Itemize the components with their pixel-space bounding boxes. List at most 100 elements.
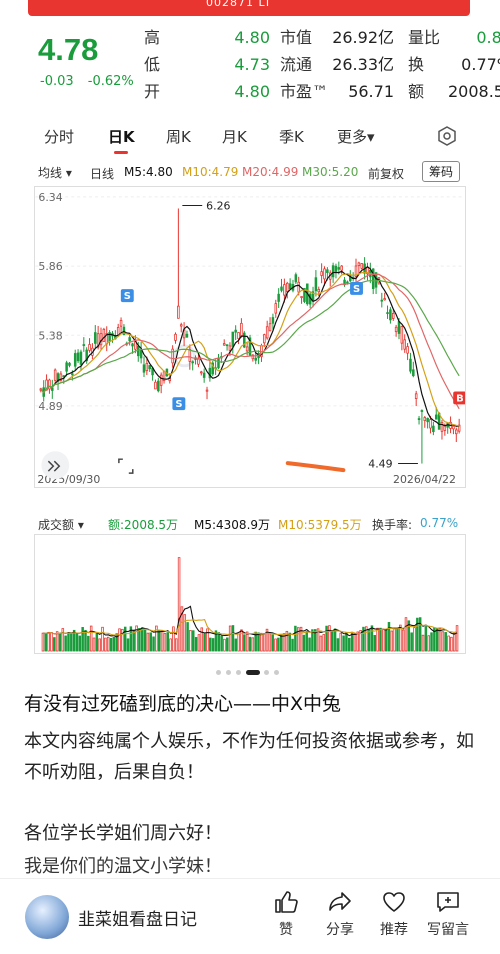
quote-value: 4.80 <box>234 82 270 101</box>
tab-monthly-k[interactable]: 月K <box>222 126 247 147</box>
volume-bar <box>248 636 252 652</box>
carousel-dot <box>216 670 221 675</box>
tab-more[interactable]: 更多▾ <box>337 126 375 147</box>
volume-bar <box>169 638 172 652</box>
volume-bar <box>237 633 240 652</box>
carousel-dots <box>216 668 286 676</box>
volume-bar <box>47 631 50 652</box>
candle-body <box>200 371 203 374</box>
volume-select-dropdown[interactable]: 成交额 ▾ <box>38 516 84 533</box>
candle-body <box>145 362 149 372</box>
candle-body <box>392 312 395 319</box>
ma20-value: M20:4.99 <box>242 165 299 179</box>
candle-body <box>380 299 384 302</box>
candle-body <box>179 324 183 327</box>
quote-label: 市值 <box>280 28 313 47</box>
volume-bar <box>152 636 155 652</box>
volume-bar <box>189 629 192 652</box>
volume-bar <box>126 638 130 652</box>
candle-body <box>116 327 120 336</box>
expand-toggle-button[interactable] <box>41 451 70 480</box>
fullscreen-button[interactable] <box>112 451 139 478</box>
volume-bar <box>138 628 141 652</box>
quote-value: 4.73 <box>234 55 270 74</box>
volume-bar <box>447 635 450 652</box>
candle-body <box>188 349 192 362</box>
volume-bar <box>140 627 144 652</box>
candle-body <box>271 317 275 324</box>
quote-value: 2008.5万 <box>448 82 500 101</box>
ma5-value: M5:4.80 <box>124 165 173 179</box>
change-amount: -0.03 <box>40 74 74 89</box>
low-price-label: 4.49 <box>368 458 392 471</box>
stock-code: 002871 LT <box>206 0 272 9</box>
hexagon-settings-icon[interactable] <box>436 125 458 147</box>
volume-bar <box>75 632 79 652</box>
quote-grid: 高 4.80 市值 26.92亿量比 0.82 低 4.73 流通 26.33亿换 0.77% 开 4… <box>144 24 500 105</box>
candle-body <box>274 303 278 314</box>
quote-label: 量比 <box>408 28 441 47</box>
author-avatar[interactable] <box>25 895 69 939</box>
volume-bar <box>291 638 294 652</box>
volume-bar <box>390 630 394 652</box>
volume-bar <box>430 632 433 652</box>
candle-body <box>225 344 229 347</box>
quote-label: 换 <box>408 55 425 74</box>
author-name[interactable]: 韭菜姐看盘日记 <box>78 905 197 930</box>
ma30-value: M30:5.20 <box>302 165 359 179</box>
share-button[interactable]: 分享 <box>318 889 362 939</box>
volume-bar <box>348 637 351 652</box>
candle-body <box>288 283 292 290</box>
candle-body <box>334 265 338 272</box>
volume-bar <box>328 625 331 652</box>
volume-bar <box>194 637 198 652</box>
y-tick-label: 6.34 <box>38 191 62 204</box>
volume-bar <box>319 635 323 652</box>
volume-bar <box>70 632 73 652</box>
volume-bar <box>106 636 110 652</box>
candle-body <box>323 268 326 280</box>
orange-annotation-stroke <box>285 461 346 473</box>
volume-bar <box>98 638 101 652</box>
volume-bar <box>109 637 113 652</box>
candle-body <box>420 410 424 412</box>
ma-select-dropdown[interactable]: 均线 ▾ <box>38 164 72 181</box>
volume-bar <box>92 637 96 652</box>
candle-body <box>280 286 283 291</box>
candle-body <box>157 380 160 392</box>
candle-body <box>455 429 458 435</box>
candlestick-plot[interactable]: 6.345.865.384.896.264.492025/09/30 2026/0… <box>34 186 466 488</box>
candle-body <box>277 293 280 302</box>
volume-bar <box>95 632 99 652</box>
quote-row: 低 4.73 流通 26.33亿换 0.77% <box>144 51 500 78</box>
volume-bar <box>104 637 107 652</box>
candle-body <box>48 379 51 390</box>
volume-bar <box>450 636 453 652</box>
comment-button[interactable]: 写留言 <box>426 889 470 939</box>
volume-bar <box>302 634 306 652</box>
quote-value: 26.92亿 <box>332 28 394 47</box>
tab-intraday[interactable]: 分时 <box>44 126 74 147</box>
adjust-restore-label[interactable]: 前复权 <box>368 165 404 182</box>
carousel-dot-active <box>246 670 260 675</box>
active-tab-indicator <box>114 151 128 154</box>
candle-body <box>412 369 415 377</box>
tab-daily-k[interactable]: 日K <box>108 126 135 147</box>
like-button[interactable]: 赞 <box>264 889 308 939</box>
volume-indicator-bar: 成交额 ▾ 额:2008.5万 M5:4308.9万 M10:5379.5万 换… <box>34 512 466 534</box>
y-tick-label: 5.38 <box>38 329 62 342</box>
candle-body <box>331 265 335 278</box>
volume-bar <box>305 631 308 652</box>
volume-bar <box>172 626 175 652</box>
candle-body <box>268 323 272 332</box>
candle-body <box>94 332 97 344</box>
tab-quarterly-k[interactable]: 季K <box>279 126 304 147</box>
tab-weekly-k[interactable]: 周K <box>166 126 191 147</box>
candle-body <box>403 339 406 350</box>
stock-code-banner: 002871 LT <box>28 0 470 16</box>
share-label: 分享 <box>326 922 354 938</box>
chip-distribution-button[interactable]: 筹码 <box>422 161 461 182</box>
volume-bar <box>288 632 291 652</box>
recommend-button[interactable]: 推荐 <box>372 889 416 939</box>
volume-bar <box>197 634 201 652</box>
